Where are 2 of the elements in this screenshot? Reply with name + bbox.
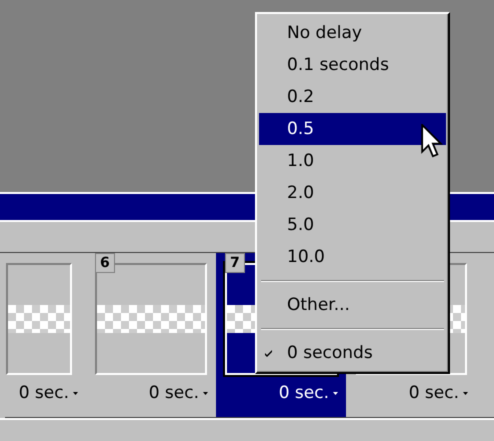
- frame-number: 7: [225, 253, 245, 273]
- frame-number: 6: [95, 253, 115, 273]
